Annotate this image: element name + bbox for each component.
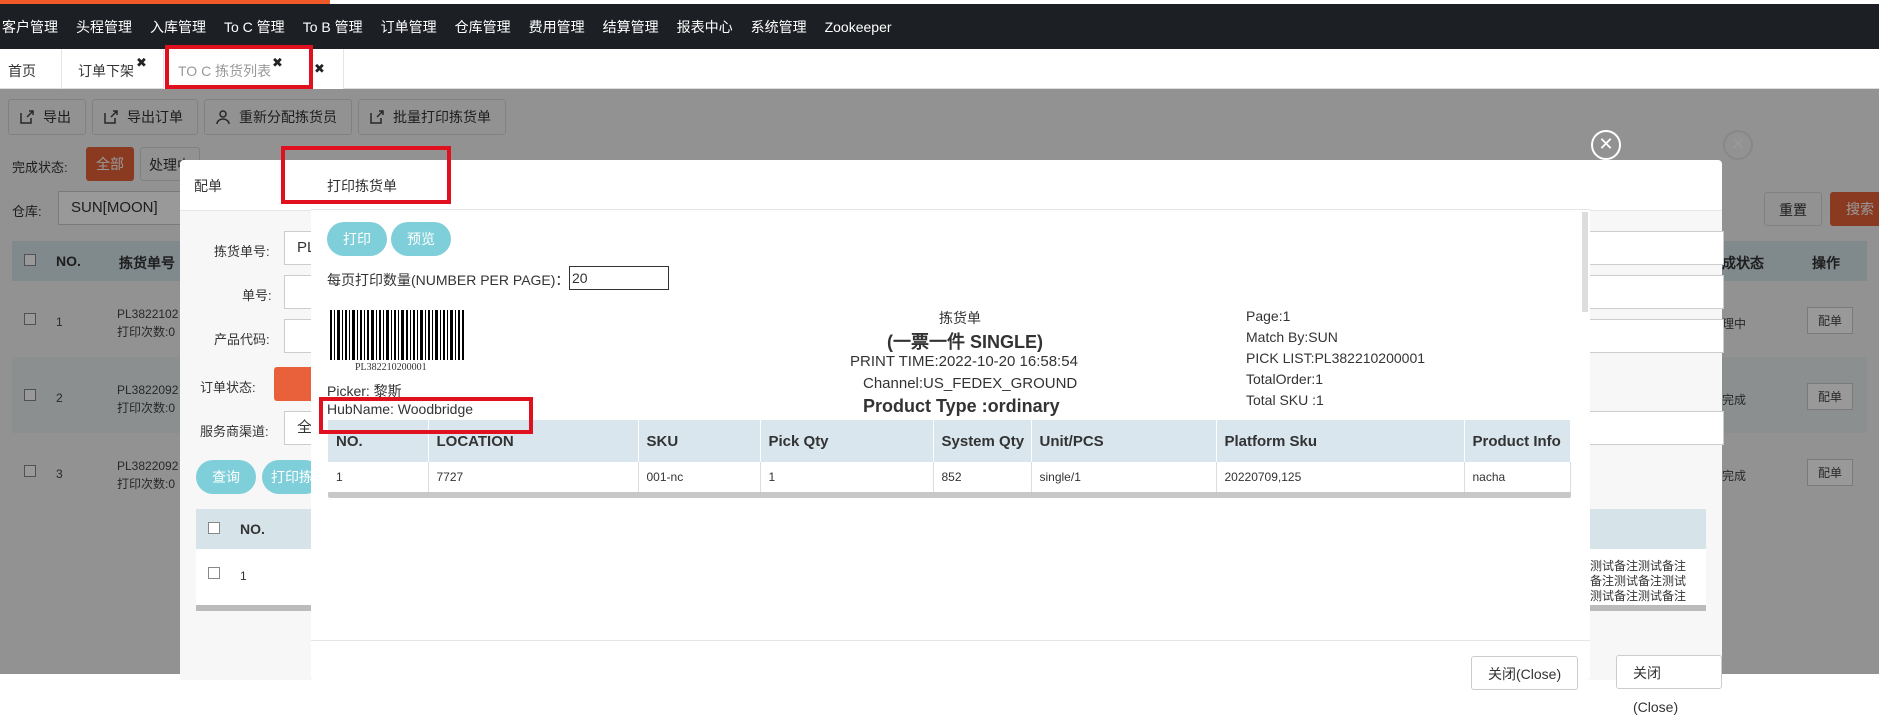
order-status-label: 订单状态: <box>200 380 256 395</box>
close-button[interactable]: 关闭(Close) <box>1471 656 1579 690</box>
col-platform-sku: Platform Sku <box>1216 420 1465 462</box>
highlight-box-tab <box>165 45 313 89</box>
subtable-col-no: NO. <box>240 521 265 537</box>
col-pick-qty: Pick Qty <box>760 420 934 462</box>
table-row: 1 7727 001-nc 1 852 single/1 20220709,12… <box>328 462 1571 493</box>
highlight-box-title <box>281 146 451 204</box>
channel-text: Channel:US_FEDEX_GROUND <box>863 375 1078 392</box>
total-order-text: TotalOrder:1 <box>1246 371 1324 387</box>
preview-button[interactable]: 预览 <box>391 222 451 256</box>
col-unit-pcs: Unit/PCS <box>1031 420 1217 462</box>
nav-item-settlement[interactable]: 结算管理 <box>603 17 677 37</box>
tab-home[interactable]: 首页 <box>0 49 62 89</box>
highlight-box-hubname <box>319 397 533 434</box>
cell-system-qty: 852 <box>933 462 1032 493</box>
pick-list-text: PICK LIST:PL382210200001 <box>1246 350 1426 366</box>
pick-no-label: 拣货单号: <box>214 244 270 259</box>
nav-item-system[interactable]: 系统管理 <box>751 17 825 37</box>
row-checkbox[interactable] <box>208 567 220 579</box>
print-button[interactable]: 打印 <box>327 222 387 256</box>
nav-item-inbound[interactable]: 入库管理 <box>150 17 224 37</box>
cell-unit-pcs: single/1 <box>1031 462 1217 493</box>
table-scrollbar[interactable] <box>328 492 1571 498</box>
barcode-text: PL382210200001 <box>355 362 427 373</box>
cell-pick-qty: 1 <box>760 462 934 493</box>
cell-platform-sku: 20220709,125 <box>1216 462 1465 493</box>
per-page-label: 每页打印数量(NUMBER PER PAGE)： <box>327 272 570 288</box>
nav-item-orders[interactable]: 订单管理 <box>381 17 455 37</box>
order-status-button[interactable] <box>274 367 314 401</box>
query-button[interactable]: 查询 <box>196 460 256 494</box>
close-button[interactable]: 关闭(Close) <box>1616 655 1722 715</box>
close-icon[interactable]: ✕ <box>1723 130 1753 160</box>
footer-divider <box>311 640 1590 641</box>
nav-item-reports[interactable]: 报表中心 <box>677 17 751 37</box>
match-by-text: Match By:SUN <box>1246 329 1338 345</box>
nav-item-tob[interactable]: To B 管理 <box>303 17 381 37</box>
channel-label: 服务商渠道: <box>200 424 269 439</box>
tab-order-offshelf-label: 订单下架 <box>78 63 134 79</box>
tab-order-offshelf[interactable]: 订单下架 ✖ <box>62 49 164 89</box>
nav-item-firstleg[interactable]: 头程管理 <box>76 17 150 37</box>
cell-product-info: nacha <box>1464 462 1571 493</box>
col-sku: SKU <box>638 420 761 462</box>
nav-item-customer[interactable]: 客户管理 <box>0 17 76 37</box>
cell-no: 1 <box>328 462 429 493</box>
subtable-select-all[interactable] <box>208 522 220 534</box>
col-product-info: Product Info <box>1464 420 1571 462</box>
print-modal-header: 打印拣货单 <box>311 160 1590 210</box>
match-order-title: 配单 <box>194 178 222 194</box>
close-icon[interactable]: ✖ <box>136 41 147 85</box>
cell-sku: 001-nc <box>638 462 761 493</box>
nav-item-toc[interactable]: To C 管理 <box>224 17 303 37</box>
nav-item-fees[interactable]: 费用管理 <box>529 17 603 37</box>
print-time: PRINT TIME:2022-10-20 16:58:54 <box>850 353 1078 370</box>
subtable-row-no: 1 <box>240 569 247 583</box>
product-type: Product Type :ordinary <box>863 396 1060 416</box>
barcode-icon <box>330 310 464 360</box>
col-system-qty: System Qty <box>933 420 1032 462</box>
order-no-label: 单号: <box>242 288 272 303</box>
total-sku-text: Total SKU :1 <box>1246 392 1324 408</box>
product-code-label: 产品代码: <box>214 332 270 347</box>
doc-title: 拣货单 <box>939 310 981 326</box>
close-icon[interactable]: ✕ <box>1591 130 1621 160</box>
close-icon[interactable]: ✖ <box>314 47 325 91</box>
page-text: Page:1 <box>1246 308 1291 324</box>
doc-subtitle: (一票一件 SINGLE) <box>887 332 1043 352</box>
tab-home-label: 首页 <box>8 63 36 79</box>
nav-item-zookeeper[interactable]: Zookeeper <box>825 19 910 35</box>
nav-item-warehouse[interactable]: 仓库管理 <box>455 17 529 37</box>
cell-location: 7727 <box>428 462 639 493</box>
per-page-input[interactable]: 20 <box>569 266 669 290</box>
modal-scrollbar[interactable] <box>1582 212 1588 312</box>
